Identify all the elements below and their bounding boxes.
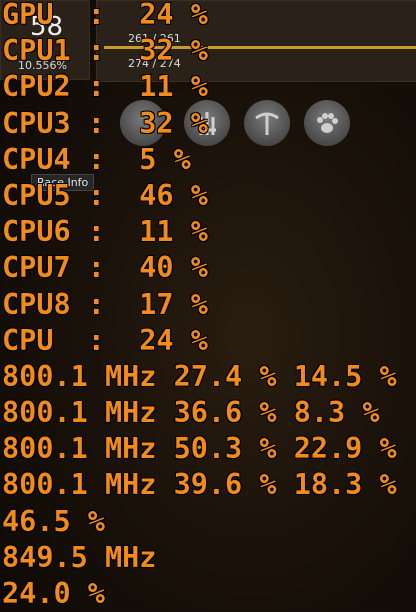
gpu-clock-line-3: 800.1 MHz 50.3 % 22.9 % bbox=[2, 432, 397, 466]
cpu4-usage-line: CPU4 : 5 % bbox=[2, 142, 191, 176]
cpu3-usage-line: CPU3 : 32 % bbox=[2, 106, 208, 140]
summary-percent-1: 46.5 % bbox=[2, 504, 105, 538]
gpu-usage-line: GPU : 24 % bbox=[2, 0, 208, 31]
gpu-clock-line-2: 800.1 MHz 36.6 % 8.3 % bbox=[2, 396, 380, 430]
gpu-clock-line-1: 800.1 MHz 27.4 % 14.5 % bbox=[2, 359, 397, 393]
cpu5-usage-line: CPU5 : 46 % bbox=[2, 178, 208, 212]
cpu2-usage-line: CPU2 : 11 % bbox=[2, 70, 208, 104]
cpu7-usage-line: CPU7 : 40 % bbox=[2, 251, 208, 285]
cpu8-usage-line: CPU8 : 17 % bbox=[2, 287, 208, 321]
gpu-clock-line-4: 800.1 MHz 39.6 % 18.3 % bbox=[2, 468, 397, 502]
hardware-stats-overlay: GPU : 24 % CPU1 : 32 % CPU2 : 11 % CPU3 … bbox=[2, 0, 397, 612]
cpu6-usage-line: CPU6 : 11 % bbox=[2, 215, 208, 249]
cpu1-usage-line: CPU1 : 32 % bbox=[2, 34, 208, 68]
summary-clock: 849.5 MHz bbox=[2, 540, 157, 574]
cpu-total-usage-line: CPU : 24 % bbox=[2, 323, 208, 357]
summary-percent-2: 24.0 % bbox=[2, 577, 105, 610]
